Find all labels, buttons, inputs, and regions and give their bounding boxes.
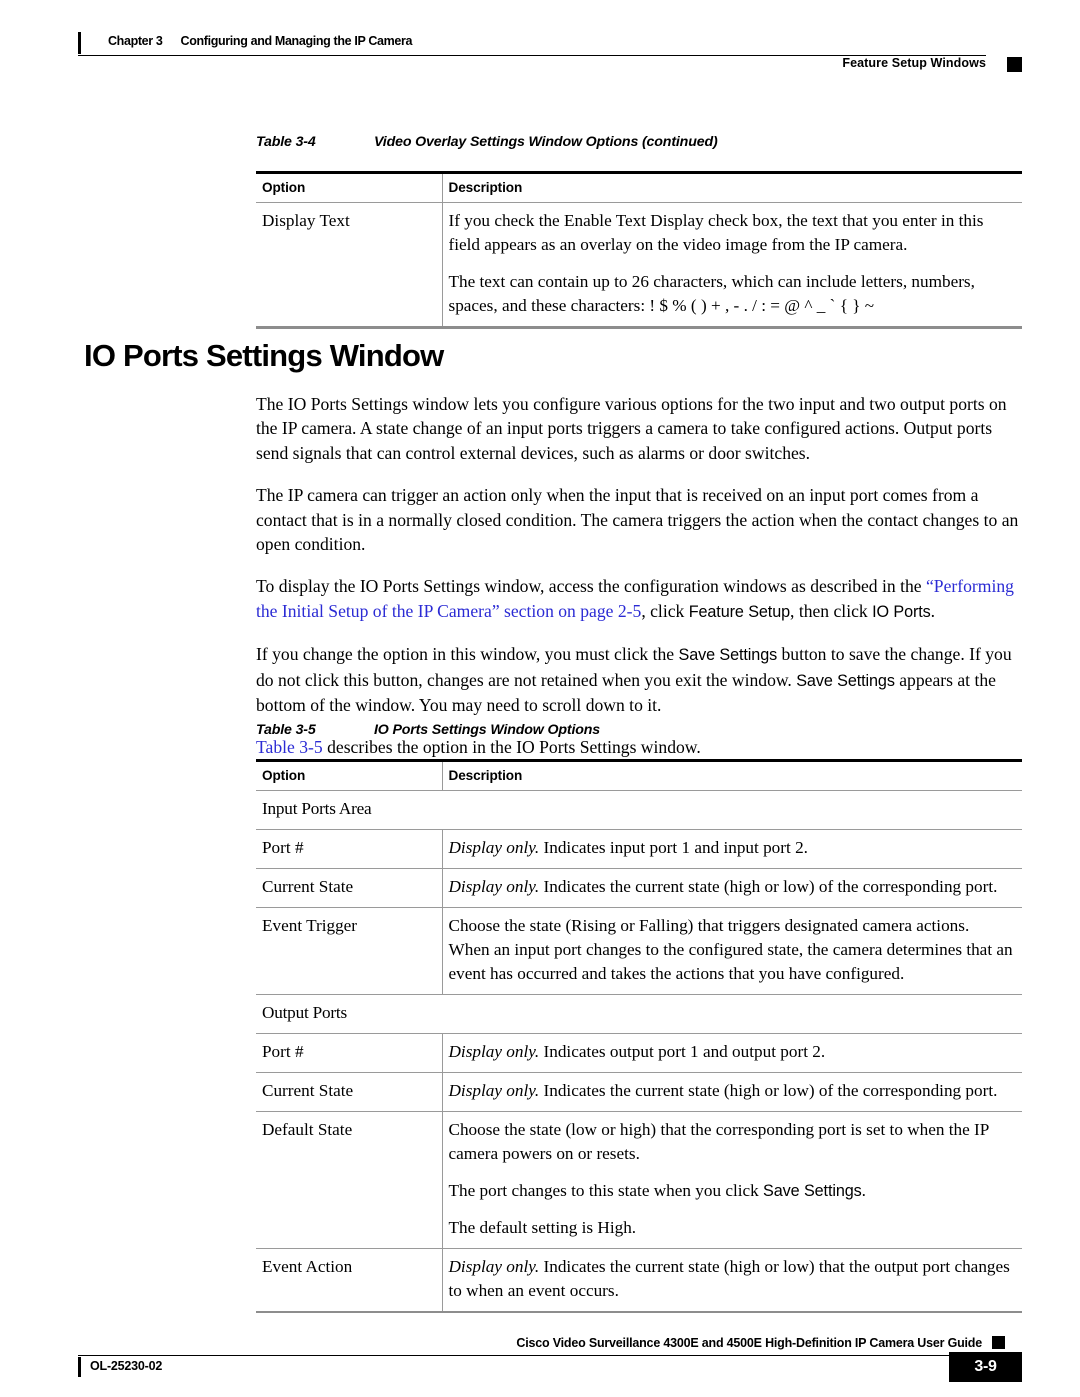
row-event-trigger-description: Choose the state (Rising or Falling) tha…: [442, 907, 1022, 995]
section-label-input-ports-area: Input Ports Area: [256, 790, 1022, 830]
running-footer: Cisco Video Surveillance 4300E and 4500E…: [78, 1336, 1022, 1386]
header-section-label: Feature Setup Windows: [842, 56, 986, 70]
desc-paragraph-default: The default setting is High.: [448, 1218, 637, 1237]
page-title: IO Ports Settings Window: [84, 338, 444, 373]
emphasis-display-only: Display only.: [448, 1042, 540, 1061]
desc-paragraph: Display only. Indicates output port 1 an…: [449, 1040, 1015, 1064]
table-section-header-row-input: Input Ports Area: [256, 790, 1022, 830]
row-default-state-option: Default State: [256, 1111, 443, 1249]
table-3-4-block: Table 3-4 Video Overlay Settings Window O…: [256, 134, 1022, 329]
row-input-port-number-option: Port #: [256, 829, 443, 869]
document-page: Chapter 3 Configuring and Managing the IP…: [0, 0, 1080, 1397]
desc-paragraph-save: The port changes to this state when you …: [449, 1179, 1015, 1203]
header-chapter-breadcrumb: Chapter 3 Configuring and Managing the IP…: [108, 34, 413, 48]
paragraph-intro: The IO Ports Settings window lets you co…: [256, 394, 1007, 463]
header-tab-marker-icon: [1007, 57, 1022, 72]
emphasis-display-only: Display only.: [448, 877, 540, 896]
desc-paragraph: Choose the state (low or high) that the …: [448, 1120, 989, 1163]
table-row: Default State Choose the state (low or h…: [256, 1111, 1022, 1249]
desc-paragraph: Display only. Indicates the current stat…: [449, 875, 1015, 899]
row-output-current-state-option: Current State: [256, 1072, 443, 1112]
table-3-4-row-0-option: Display Text: [256, 202, 443, 329]
table-3-4-caption-title: Video Overlay Settings Window Options (c…: [374, 134, 718, 150]
table-3-5-caption-title: IO Ports Settings Window Options: [374, 722, 601, 738]
desc-text: Indicates the current state (high or low…: [539, 1081, 998, 1100]
table-3-4-row-0-desc-p1: If you check the Enable Text Display che…: [448, 211, 984, 254]
nav-text-3: , then click: [790, 600, 873, 621]
ui-label-io-ports: IO Ports: [872, 602, 931, 621]
paragraph-trigger-condition: The IP camera can trigger an action only…: [256, 485, 1019, 555]
header-left-bar-decoration: [78, 32, 81, 54]
row-input-current-state-description: Display only. Indicates the current stat…: [442, 868, 1022, 908]
row-default-state-description: Choose the state (low or high) that the …: [442, 1111, 1022, 1249]
section-label-output-ports: Output Ports: [256, 994, 1022, 1034]
ui-label-save-settings-2: Save Settings: [796, 671, 895, 690]
table-3-5-col-description: Description: [442, 759, 1022, 791]
table-row: Current State Display only. Indicates th…: [256, 868, 1022, 908]
table-3-5: Option Description Input Ports Area Port…: [256, 759, 1022, 1313]
default-state-text-2: .: [861, 1181, 866, 1200]
table-3-4-col-option: Option: [256, 171, 443, 203]
footer-tab-marker-icon: [992, 1336, 1005, 1349]
save-text-1: If you change the option in this window,…: [256, 644, 679, 665]
ui-label-save-settings-3: Save Settings: [763, 1182, 862, 1200]
emphasis-display-only: Display only.: [448, 1257, 540, 1276]
footer-rule: [78, 1355, 986, 1356]
table-3-5-header-row: Option Description: [256, 759, 1022, 791]
table-3-4: Option Description Display Text If you c…: [256, 171, 1022, 329]
desc-text: Indicates the current state (high or low…: [539, 877, 998, 896]
table-3-4-row-0-description: If you check the Enable Text Display che…: [442, 202, 1022, 329]
table-3-5-caption: Table 3-5 IO Ports Settings Window Option…: [256, 722, 1022, 738]
table-row: Display Text If you check the Enable Tex…: [256, 202, 1022, 329]
emphasis-display-only: Display only.: [448, 1081, 540, 1100]
table-3-4-caption-number: Table 3-4: [256, 134, 316, 150]
row-output-current-state-description: Display only. Indicates the current stat…: [442, 1072, 1022, 1112]
ui-label-feature-setup: Feature Setup: [688, 602, 791, 621]
row-output-port-number-option: Port #: [256, 1033, 443, 1073]
table-row: Event Action Display only. Indicates the…: [256, 1248, 1022, 1313]
default-state-text-1: The port changes to this state when you …: [448, 1181, 764, 1200]
nav-text-4: .: [930, 600, 936, 621]
paragraph-navigation: To display the IO Ports Settings window,…: [256, 574, 1022, 624]
emphasis-display-only: Display only.: [448, 838, 540, 857]
header-chapter-title: Configuring and Managing the IP Camera: [180, 34, 413, 48]
header-chapter-number: Chapter 3: [108, 34, 163, 48]
table-row: Current State Display only. Indicates th…: [256, 1072, 1022, 1112]
desc-paragraph: Display only. Indicates input port 1 and…: [449, 836, 1015, 860]
nav-text-1: To display the IO Ports Settings window,…: [256, 576, 926, 597]
footer-document-id: OL-25230-02: [90, 1359, 163, 1373]
desc-text: Indicates input port 1 and input port 2.: [539, 838, 808, 857]
table-3-4-caption: Table 3-4 Video Overlay Settings Window O…: [256, 134, 1022, 150]
desc-paragraph: Choose the state (Rising or Falling) tha…: [448, 916, 1013, 983]
table-3-5-caption-number: Table 3-5: [256, 722, 316, 738]
footer-left-bar-decoration: [78, 1357, 81, 1377]
table-row: Event Trigger Choose the state (Rising o…: [256, 907, 1022, 995]
table-3-4-col-description: Description: [442, 171, 1022, 203]
row-event-trigger-option: Event Trigger: [256, 907, 443, 995]
footer-guide-title: Cisco Video Surveillance 4300E and 4500E…: [516, 1336, 982, 1350]
row-event-action-option: Event Action: [256, 1248, 443, 1313]
table-3-5-block: Table 3-5 IO Ports Settings Window Option…: [256, 722, 1022, 1313]
footer-page-number: 3-9: [949, 1352, 1022, 1382]
table-3-5-col-option: Option: [256, 759, 443, 791]
table-section-header-row-output: Output Ports: [256, 994, 1022, 1034]
paragraph-save-settings: If you change the option in this window,…: [256, 642, 1022, 717]
ui-label-save-settings-1: Save Settings: [678, 646, 778, 665]
running-header: Chapter 3 Configuring and Managing the IP…: [78, 30, 1022, 80]
table-3-4-row-0-desc-p2: The text can contain up to 26 characters…: [448, 272, 975, 315]
row-input-current-state-option: Current State: [256, 868, 443, 908]
row-output-port-number-description: Display only. Indicates output port 1 an…: [442, 1033, 1022, 1073]
row-event-action-description: Display only. Indicates the current stat…: [442, 1248, 1022, 1313]
desc-paragraph: Display only. Indicates the current stat…: [449, 1079, 1015, 1103]
nav-text-2: , click: [641, 600, 689, 621]
table-row: Port # Display only. Indicates input por…: [256, 829, 1022, 869]
table-row: Port # Display only. Indicates output po…: [256, 1033, 1022, 1073]
desc-paragraph: Display only. Indicates the current stat…: [449, 1255, 1015, 1303]
desc-text: Indicates output port 1 and output port …: [539, 1042, 826, 1061]
row-input-port-number-description: Display only. Indicates input port 1 and…: [442, 829, 1022, 869]
section-body: The IO Ports Settings window lets you co…: [256, 392, 1022, 760]
table-3-4-header-row: Option Description: [256, 171, 1022, 203]
